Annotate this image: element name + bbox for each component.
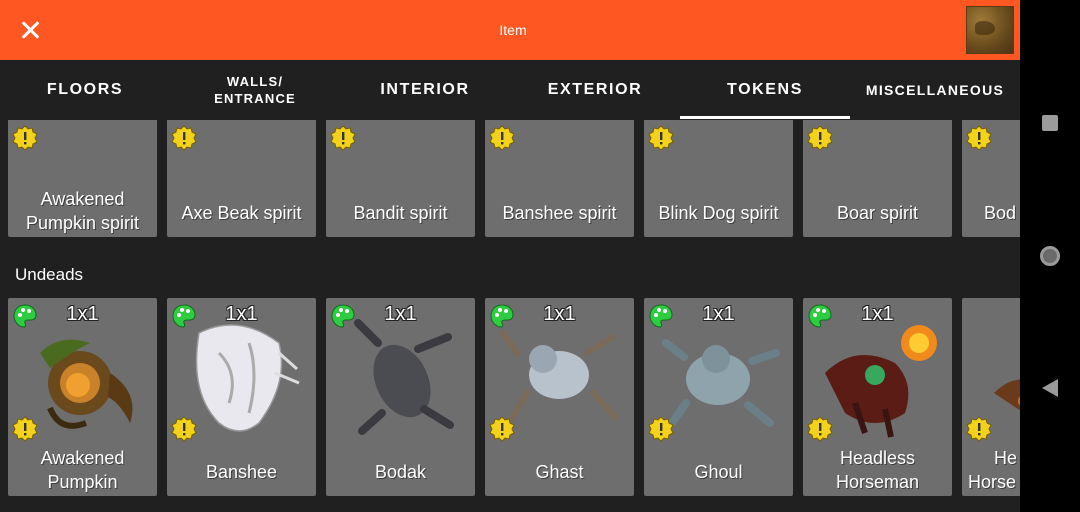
token-name: Boar spirit — [836, 203, 919, 223]
tab-label: TOKENS — [727, 81, 803, 98]
system-nav-bar — [1020, 0, 1080, 512]
token-card[interactable]: Bod — [962, 120, 1020, 237]
token-name: Awakened Pumpkin spirit — [25, 189, 140, 233]
token-card[interactable]: 1x1 Ghoul — [644, 298, 793, 496]
token-name: Headless Horseman — [835, 448, 920, 492]
token-art — [354, 319, 454, 435]
warning-badge-icon — [12, 125, 38, 151]
tab-exterior[interactable]: EXTERIOR — [510, 60, 680, 120]
warning-badge-icon — [966, 125, 992, 151]
tab-label: MISCELLANEOUS — [865, 82, 1005, 98]
token-art — [662, 339, 780, 427]
warning-badge-icon — [648, 416, 674, 442]
token-card[interactable]: Axe Beak spirit — [167, 120, 316, 237]
token-name: Blink Dog spirit — [658, 203, 779, 223]
tab-indicator — [680, 116, 850, 119]
token-card[interactable]: 1x1 Awakened Pumpkin — [8, 298, 157, 496]
warning-badge-icon — [966, 416, 992, 442]
tab-tokens[interactable]: TOKENS — [680, 60, 850, 120]
token-name: Bod — [984, 203, 1017, 223]
token-card[interactable]: 1x1 Bodak — [326, 298, 475, 496]
tab-miscellaneous[interactable]: MISCELLANEOUS — [850, 60, 1020, 120]
token-name: Bandit spirit — [353, 203, 448, 223]
token-card[interactable]: 1x1 Headless Horseman — [803, 298, 952, 496]
tab-label: FLOORS — [46, 81, 124, 98]
warning-badge-icon — [330, 125, 356, 151]
token-list[interactable]: Awakened Pumpkin spirit Axe Beak spirit B… — [0, 120, 1020, 512]
token-size: 1x1 — [702, 303, 735, 325]
token-art — [195, 324, 300, 432]
warning-badge-icon — [807, 416, 833, 442]
tab-walls-entrance[interactable]: WALLS/ ENTRANCE — [170, 60, 340, 120]
tab-label: WALLS/ ENTRANCE — [214, 74, 296, 106]
tab-interior[interactable]: INTERIOR — [340, 60, 510, 120]
warning-badge-icon — [171, 416, 197, 442]
warning-badge-icon — [12, 416, 38, 442]
token-art — [40, 339, 133, 429]
token-card[interactable]: Bandit spirit — [326, 120, 475, 237]
recents-button[interactable] — [1020, 93, 1080, 153]
page-title: Item — [499, 22, 527, 38]
token-card[interactable]: 1x1 Ghast — [485, 298, 634, 496]
home-button[interactable] — [1020, 226, 1080, 286]
tab-label: EXTERIOR — [547, 81, 643, 98]
token-card[interactable]: He Horse — [962, 298, 1020, 496]
token-card[interactable]: Banshee spirit — [485, 120, 634, 237]
app-screen: Item FLOORS WALLS/ ENTRANCE INTERIOR EXT… — [0, 0, 1020, 512]
token-name: Banshee spirit — [502, 203, 617, 223]
token-size: 1x1 — [225, 303, 258, 325]
tab-floors[interactable]: FLOORS — [0, 60, 170, 120]
token-card[interactable]: 1x1 Banshee — [167, 298, 316, 496]
token-name: Bodak — [374, 462, 427, 482]
token-size: 1x1 — [384, 303, 417, 325]
token-card[interactable]: Blink Dog spirit — [644, 120, 793, 237]
token-card[interactable]: Boar spirit — [803, 120, 952, 237]
section-header: Undeads — [15, 265, 84, 284]
recents-icon — [1042, 115, 1058, 131]
tab-label: INTERIOR — [380, 81, 470, 98]
token-size: 1x1 — [66, 303, 99, 325]
warning-badge-icon — [648, 125, 674, 151]
warning-badge-icon — [489, 125, 515, 151]
token-name: Banshee — [205, 462, 278, 482]
token-name: Ghast — [535, 462, 584, 482]
token-card[interactable]: Awakened Pumpkin spirit — [8, 120, 157, 237]
warning-badge-icon — [807, 125, 833, 151]
back-icon — [1042, 379, 1058, 397]
token-name: Awakened Pumpkin — [40, 448, 125, 492]
token-name: Axe Beak spirit — [181, 203, 302, 223]
token-name: Ghoul — [694, 462, 743, 482]
token-size: 1x1 — [543, 303, 576, 325]
token-art — [825, 325, 937, 438]
token-size: 1x1 — [861, 303, 894, 325]
app-bar: Item — [0, 0, 1020, 60]
warning-badge-icon — [171, 125, 197, 151]
token-name: He Horse — [968, 448, 1018, 492]
token-art — [500, 330, 618, 422]
home-icon — [1040, 246, 1060, 266]
warning-badge-icon — [489, 416, 515, 442]
map-thumbnail[interactable] — [966, 6, 1014, 54]
category-tabs: FLOORS WALLS/ ENTRANCE INTERIOR EXTERIOR… — [0, 60, 1020, 120]
back-button[interactable] — [1020, 358, 1080, 418]
